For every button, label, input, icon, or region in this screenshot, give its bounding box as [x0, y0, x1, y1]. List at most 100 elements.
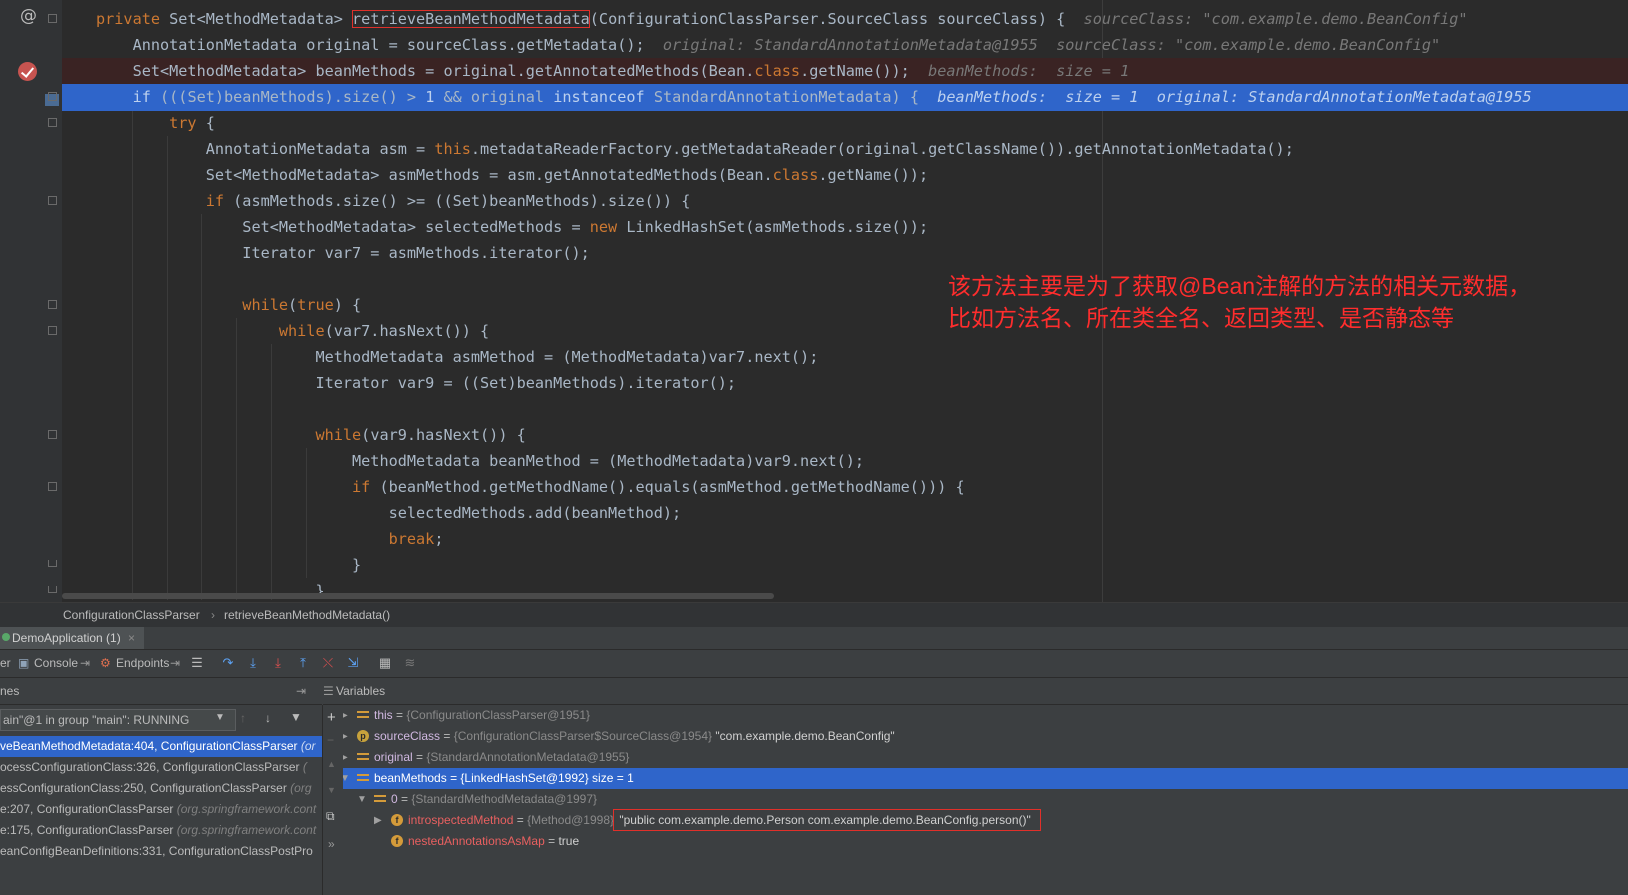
- fold-end-icon[interactable]: [48, 586, 57, 593]
- endpoints-tab[interactable]: Endpoints: [116, 656, 169, 671]
- variable-row[interactable]: ▼ beanMethods = {LinkedHashSet@1992} size…: [343, 768, 1628, 789]
- fold-end-icon[interactable]: [48, 560, 57, 567]
- code-token: if: [96, 192, 234, 210]
- expand-icon[interactable]: ▶: [374, 810, 386, 831]
- frames-title: nes: [0, 684, 20, 698]
- variable-row[interactable]: ▶ this = {ConfigurationClassParser@1951}: [343, 705, 1628, 726]
- code-line[interactable]: try {: [62, 110, 1628, 137]
- fold-icon[interactable]: [48, 326, 57, 335]
- code-line[interactable]: }: [62, 552, 1628, 579]
- fold-icon[interactable]: [48, 14, 57, 23]
- step-out-icon[interactable]: ⤒: [296, 656, 310, 670]
- code-line[interactable]: [62, 396, 1628, 423]
- variable-row[interactable]: ▶ original = {StandardAnnotationMetadata@…: [343, 747, 1628, 768]
- fold-icon[interactable]: [48, 118, 57, 127]
- variable-text: nestedAnnotationsAsMap = true: [408, 831, 579, 852]
- arrow-up-icon[interactable]: ↑: [240, 711, 246, 725]
- pin-icon[interactable]: ⇥: [170, 656, 180, 671]
- show-execution-point-icon[interactable]: ☰: [190, 656, 204, 670]
- trace-icon[interactable]: ≋: [403, 656, 417, 670]
- stack-frame[interactable]: e:175, ConfigurationClassParser (org.spr…: [0, 820, 322, 841]
- code-line[interactable]: AnnotationMetadata original = sourceClas…: [62, 32, 1628, 59]
- code-token: (var9.hasNext()) {: [361, 426, 526, 444]
- tab-demo-application[interactable]: DemoApplication (1) ×: [0, 627, 144, 649]
- stack-frame[interactable]: ocessConfigurationClass:326, Configurati…: [0, 757, 322, 778]
- variable-text: beanMethods = {LinkedHashSet@1992} size …: [374, 768, 634, 789]
- fold-icon[interactable]: [48, 430, 57, 439]
- endpoints-icon: ⚙: [100, 656, 111, 670]
- move-down-icon[interactable]: ▼: [327, 785, 336, 795]
- variable-row[interactable]: f nestedAnnotationsAsMap = true: [343, 831, 1628, 852]
- evaluate-expression-icon[interactable]: ▦: [378, 656, 392, 670]
- drop-frame-icon[interactable]: ⤬: [321, 656, 335, 670]
- debugger-tab-label[interactable]: er: [0, 656, 11, 671]
- frames-header: nes ⇥: [0, 678, 322, 705]
- variable-name: original: [374, 750, 413, 764]
- breakpoint-icon[interactable]: [18, 62, 37, 81]
- breadcrumb-class[interactable]: ConfigurationClassParser: [63, 608, 200, 622]
- editor-gutter[interactable]: @: [0, 0, 62, 623]
- stack-frame[interactable]: veBeanMethodMetadata:404, ConfigurationC…: [0, 736, 322, 757]
- stack-frame[interactable]: e:207, ConfigurationClassParser (org.spr…: [0, 799, 322, 820]
- step-over-icon[interactable]: ↷: [221, 656, 235, 670]
- copy-icon[interactable]: ⧉: [326, 809, 335, 824]
- expand-icon[interactable]: ▶: [343, 705, 352, 726]
- variable-row[interactable]: ▶ p sourceClass = {ConfigurationClassParse…: [343, 726, 1628, 747]
- code-line[interactable]: Set<MethodMetadata> selectedMethods = ne…: [62, 214, 1628, 241]
- code-token: if: [96, 88, 161, 106]
- collapse-icon[interactable]: ▼: [357, 789, 369, 810]
- stack-frame[interactable]: eanConfigBeanDefinitions:331, Configurat…: [0, 841, 322, 862]
- code-line[interactable]: break;: [62, 526, 1628, 553]
- code-line[interactable]: AnnotationMetadata asm = this.metadataRe…: [62, 136, 1628, 163]
- code-line[interactable]: MethodMetadata beanMethod = (MethodMetad…: [62, 448, 1628, 475]
- code-line[interactable]: MethodMetadata asmMethod = (MethodMetada…: [62, 344, 1628, 371]
- remove-watch-icon[interactable]: −: [327, 733, 334, 747]
- code-line[interactable]: while(var9.hasNext()) {: [62, 422, 1628, 449]
- code-token: class: [772, 166, 819, 184]
- variable-row[interactable]: ▶ f introspectedMethod = {Method@1998} "pu…: [343, 809, 1628, 831]
- code-line[interactable]: Set<MethodMetadata> asmMethods = asm.get…: [62, 162, 1628, 189]
- variable-row[interactable]: ▼ 0 = {StandardMethodMetadata@1997}: [343, 789, 1628, 810]
- code-line[interactable]: if (asmMethods.size() >= ((Set)beanMetho…: [62, 188, 1628, 215]
- fold-icon[interactable]: [48, 92, 57, 101]
- thread-selector[interactable]: ain"@1 in group "main": RUNNING ▼: [0, 709, 236, 731]
- code-line[interactable]: private Set<MethodMetadata> retrieveBean…: [62, 6, 1628, 33]
- code-line[interactable]: if (((Set)beanMethods).size() > 1 && ori…: [62, 84, 1628, 111]
- run-to-cursor-icon[interactable]: ⇲: [346, 656, 360, 670]
- code-token: (: [288, 296, 298, 314]
- expand-icon[interactable]: ▶: [343, 726, 352, 747]
- code-line[interactable]: if (beanMethod.getMethodName().equals(as…: [62, 474, 1628, 501]
- move-up-icon[interactable]: ▲: [327, 759, 336, 769]
- add-watch-icon[interactable]: +: [327, 709, 336, 726]
- code-line[interactable]: }: [62, 578, 1628, 605]
- breadcrumb-method[interactable]: retrieveBeanMethodMetadata(): [224, 608, 390, 622]
- force-step-into-icon[interactable]: ⤓: [271, 656, 285, 670]
- pin-icon[interactable]: ⇥: [296, 684, 306, 698]
- pin-icon[interactable]: ⇥: [80, 656, 90, 671]
- fold-icon[interactable]: [48, 482, 57, 491]
- code-line[interactable]: selectedMethods.add(beanMethod);: [62, 500, 1628, 527]
- fold-icon[interactable]: [48, 196, 57, 205]
- code-editor[interactable]: @ private Set<MethodMetadata> retrieveBe…: [0, 0, 1628, 623]
- step-into-icon[interactable]: ⤓: [246, 656, 260, 670]
- code-token: while: [96, 296, 289, 314]
- close-icon[interactable]: ×: [128, 631, 135, 645]
- console-tab[interactable]: Console: [34, 656, 78, 671]
- code-line[interactable]: Set<MethodMetadata> beanMethods = origin…: [62, 58, 1628, 85]
- code-token: MethodMetadata beanMethod = (MethodMetad…: [96, 452, 865, 470]
- equals-sign: =: [412, 750, 427, 764]
- horizontal-scrollbar[interactable]: [62, 593, 774, 599]
- more-icon[interactable]: »: [328, 837, 335, 851]
- frame-text: e:175, ConfigurationClassParser: [0, 823, 177, 837]
- expand-icon[interactable]: ▶: [343, 747, 352, 768]
- collapse-icon[interactable]: ▼: [343, 768, 352, 789]
- arrow-down-icon[interactable]: ↓: [265, 711, 271, 725]
- stack-frame[interactable]: essConfigurationClass:250, Configuration…: [0, 778, 322, 799]
- code-token: true: [297, 296, 334, 314]
- fold-icon[interactable]: [48, 300, 57, 309]
- override-marker-icon[interactable]: @: [20, 6, 37, 26]
- filter-icon[interactable]: ▼: [290, 710, 302, 724]
- code-line[interactable]: Iterator var9 = ((Set)beanMethods).itera…: [62, 370, 1628, 397]
- code-line[interactable]: Iterator var7 = asmMethods.iterator();: [62, 240, 1628, 267]
- equals-sign: =: [397, 792, 412, 806]
